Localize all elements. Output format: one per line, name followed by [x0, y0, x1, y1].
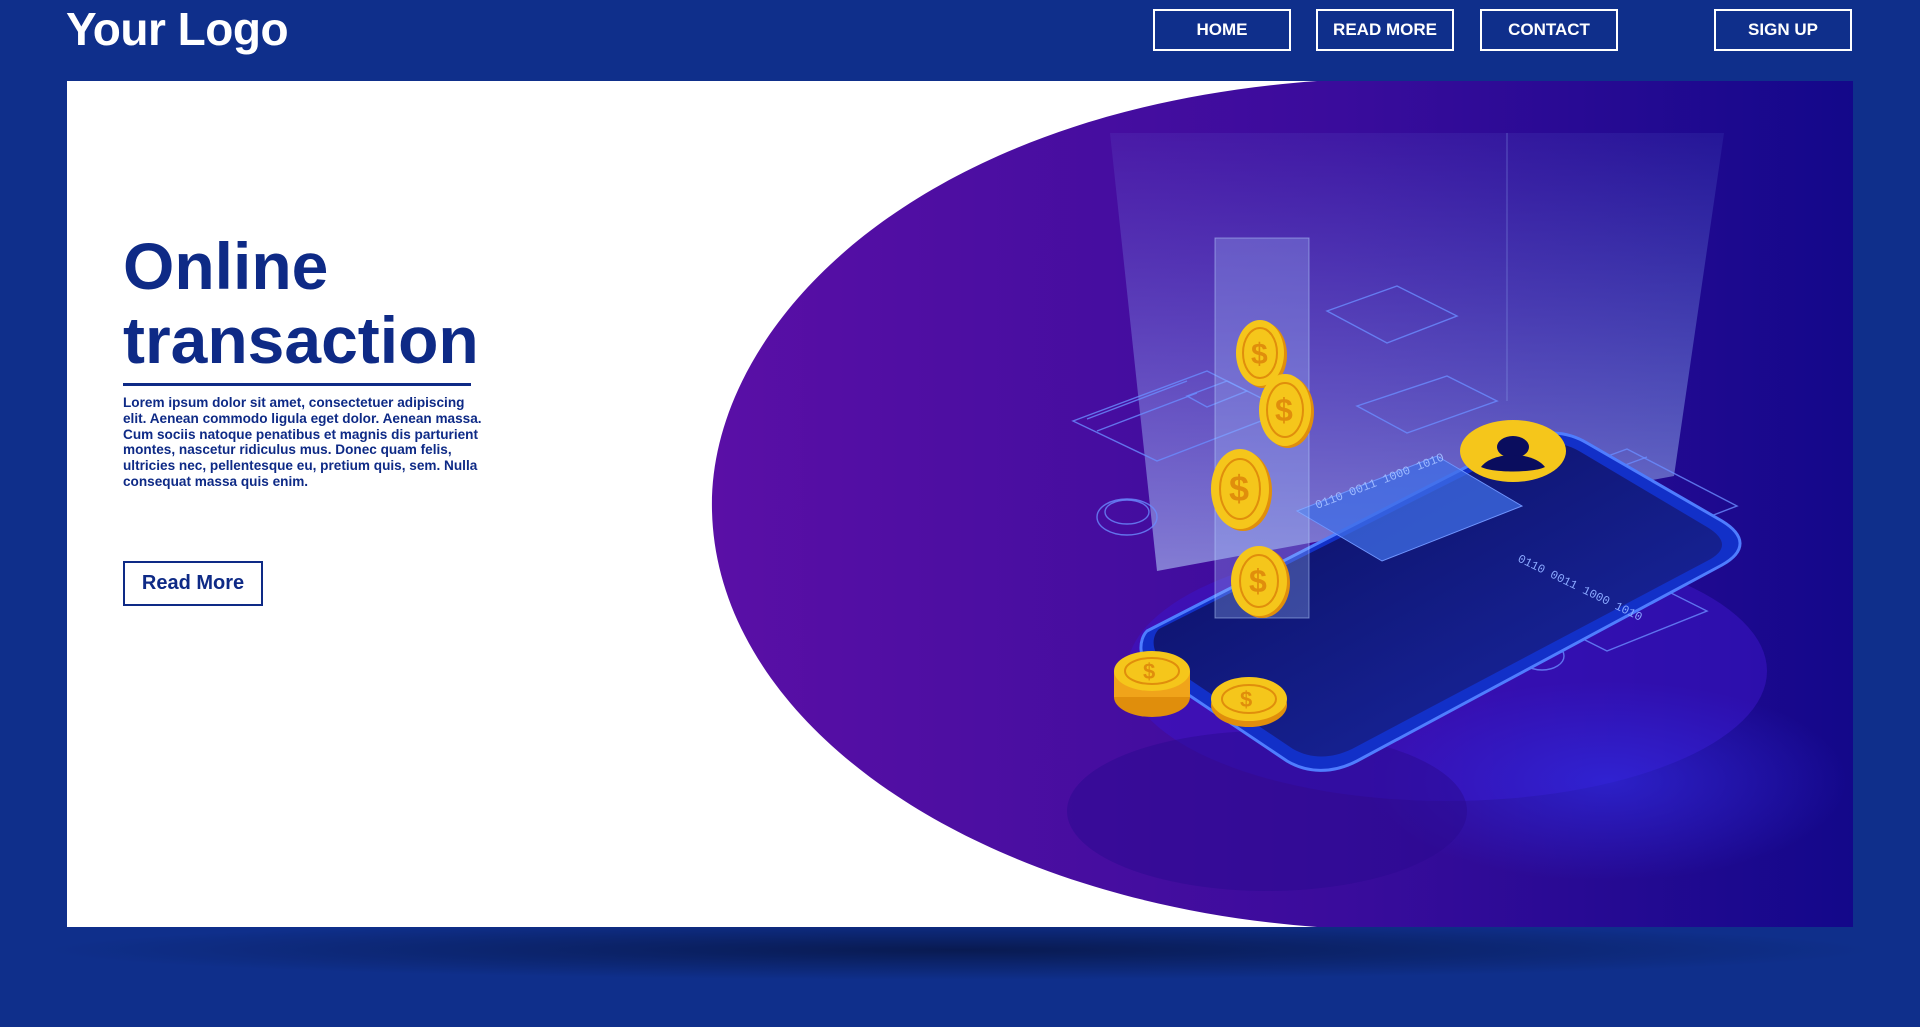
- nav-home-button[interactable]: HOME: [1153, 9, 1291, 51]
- hero-title: Online transaction: [123, 229, 543, 377]
- glow-ellipse-3: [1067, 731, 1467, 891]
- svg-text:$: $: [1143, 659, 1155, 684]
- dollar-coin-icon: $: [1211, 677, 1287, 727]
- top-navigation-bar: Your Logo HOME READ MORE CONTACT SIGN UP: [0, 0, 1920, 80]
- hero-description: Lorem ipsum dolor sit amet, consectetuer…: [123, 395, 482, 489]
- title-divider: [123, 383, 471, 386]
- svg-text:$: $: [1275, 392, 1293, 428]
- hero-title-line-1: Online: [123, 229, 329, 303]
- nav-sign-up-button[interactable]: SIGN UP: [1714, 9, 1852, 51]
- svg-text:$: $: [1229, 468, 1249, 509]
- hero-card: 0110 0011 1000 1010 0110 0011 1000 1010 …: [67, 81, 1853, 927]
- svg-text:$: $: [1251, 338, 1268, 371]
- coin-stack: $: [1114, 651, 1190, 717]
- logo[interactable]: Your Logo: [66, 2, 289, 56]
- nav-read-more-button[interactable]: READ MORE: [1316, 9, 1454, 51]
- hero-title-line-2: transaction: [123, 303, 479, 377]
- nav-contact-button[interactable]: CONTACT: [1480, 9, 1618, 51]
- svg-text:$: $: [1249, 563, 1267, 599]
- user-avatar-icon: [1460, 420, 1566, 482]
- transaction-illustration: 0110 0011 1000 1010 0110 0011 1000 1010 …: [711, 81, 1853, 927]
- read-more-button[interactable]: Read More: [123, 561, 263, 606]
- svg-text:$: $: [1240, 687, 1252, 712]
- card-shadow: [40, 920, 1880, 980]
